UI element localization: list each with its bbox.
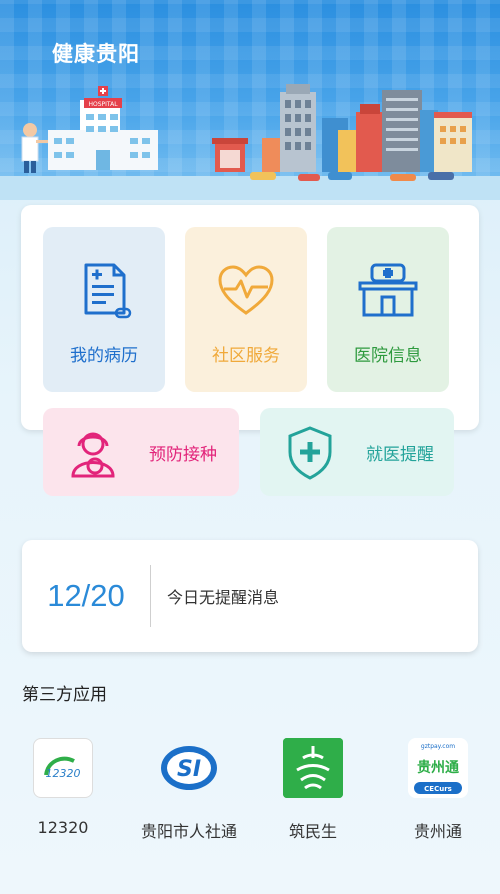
- my-records-tile[interactable]: 我的病历: [43, 227, 165, 392]
- guizhoutong-logo-icon: gztpay.com 贵州通 CECurs: [408, 738, 468, 798]
- si-logo-icon: SI: [159, 738, 219, 798]
- app-renshetong[interactable]: SI 贵阳市人社通: [129, 738, 249, 842]
- 12320-logo-icon: 12320: [33, 738, 93, 798]
- app-zhuminsheng-label: 筑民生: [288, 822, 337, 841]
- 12320-logo-text: 12320: [46, 767, 81, 780]
- guizhoutong-logo-bottom: CECurs: [424, 785, 452, 793]
- visit-reminder-tile[interactable]: 就医提醒: [260, 408, 454, 496]
- si-logo-text: SI: [177, 757, 201, 782]
- app-12320[interactable]: 12320 12320: [3, 738, 123, 837]
- city-buildings: [212, 84, 472, 181]
- guizhoutong-logo-top: gztpay.com: [421, 743, 455, 750]
- medical-record-icon: [84, 263, 132, 319]
- community-service-label: 社区服务: [212, 346, 280, 366]
- hospital-sign: HOSPITAL: [88, 101, 118, 108]
- header-banner: HOSPITAL 健康贵阳: [0, 0, 500, 200]
- city-illustration: HOSPITAL: [21, 84, 472, 181]
- hospital-building-icon: [358, 263, 418, 317]
- reminder-card[interactable]: 12/20 今日无提醒消息: [22, 540, 478, 652]
- guizhoutong-logo-text: 贵州通: [417, 759, 459, 776]
- hospital-info-label: 医院信息: [354, 346, 422, 366]
- zhuminsheng-logo-icon: [283, 738, 343, 798]
- app-renshetong-label: 贵阳市人社通: [140, 822, 237, 841]
- reminder-divider: [150, 565, 151, 627]
- reminder-date: 12/20: [47, 578, 125, 613]
- hospital-illustration: HOSPITAL: [21, 86, 158, 173]
- vaccination-label: 预防接种: [149, 444, 217, 465]
- heart-pulse-icon: [218, 265, 274, 315]
- app-guizhoutong[interactable]: gztpay.com 贵州通 CECurs 贵州通: [378, 738, 498, 842]
- community-service-tile[interactable]: 社区服务: [185, 227, 307, 392]
- app-12320-label: 12320: [37, 818, 89, 837]
- third-party-title: 第三方应用: [22, 685, 107, 705]
- vaccination-tile[interactable]: 预防接种: [43, 408, 239, 496]
- my-records-label: 我的病历: [70, 346, 138, 366]
- hospital-info-tile[interactable]: 医院信息: [327, 227, 449, 392]
- mother-baby-icon: [71, 432, 115, 478]
- reminder-message: 今日无提醒消息: [167, 588, 280, 607]
- visit-reminder-label: 就医提醒: [366, 444, 434, 465]
- app-zhuminsheng[interactable]: 筑民生: [253, 738, 373, 842]
- app-guizhoutong-label: 贵州通: [413, 822, 462, 841]
- app-title: 健康贵阳: [52, 42, 140, 66]
- shield-plus-icon: [288, 426, 332, 480]
